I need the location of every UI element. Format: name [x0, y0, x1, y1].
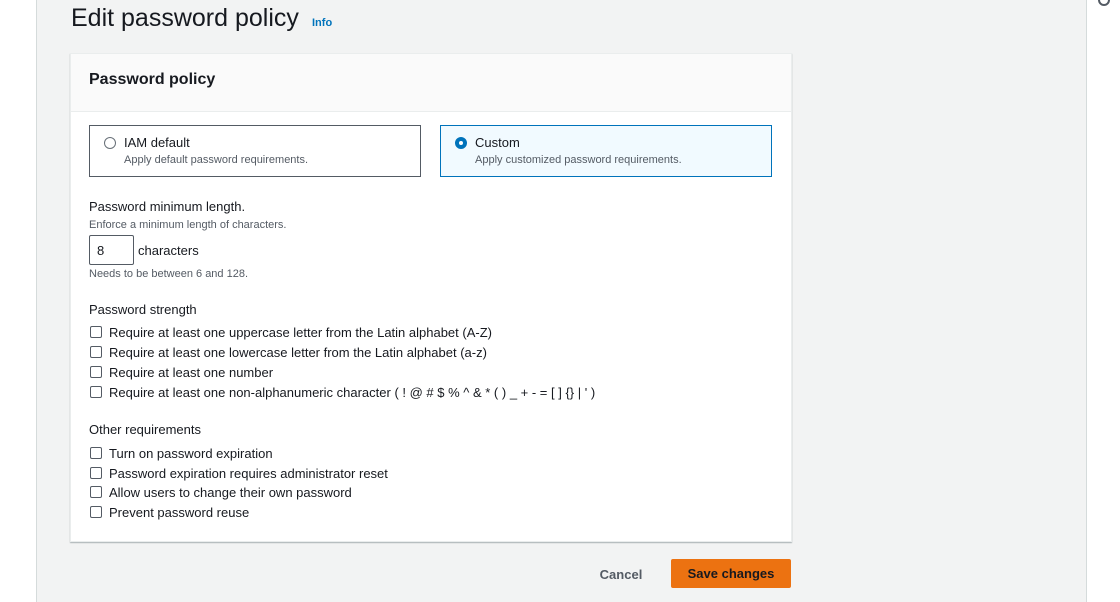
min-length-label: Password minimum length. [89, 199, 246, 214]
allow-change-checkbox[interactable] [90, 486, 102, 498]
iam-default-label: IAM default [124, 135, 190, 150]
prevent-reuse-checkbox[interactable] [90, 506, 102, 518]
cancel-button[interactable]: Cancel [588, 560, 654, 588]
admin-reset-label: Password expiration requires administrat… [109, 466, 388, 481]
password-policy-panel: Password policy IAM default Apply defaul… [70, 53, 792, 542]
number-option-label: Require at least one number [109, 365, 274, 380]
min-length-unit: characters [138, 243, 199, 258]
page-title: Edit password policy [71, 4, 299, 32]
min-length-hint: Needs to be between 6 and 128. [89, 268, 249, 280]
password-expiration-label: Turn on password expiration [109, 446, 273, 461]
lowercase-option-label: Require at least one lowercase letter fr… [109, 345, 487, 360]
non-alphanumeric-option-label: Require at least one non-alphanumeric ch… [109, 385, 596, 400]
panel-title: Password policy [89, 71, 216, 88]
number-checkbox[interactable] [90, 366, 102, 378]
help-icon[interactable] [1098, 0, 1110, 6]
iam-default-tile[interactable]: IAM default Apply default password requi… [89, 125, 421, 177]
uppercase-checkbox[interactable] [90, 326, 102, 338]
custom-tile[interactable]: Custom Apply customized password require… [440, 125, 772, 177]
password-strength-heading: Password strength [89, 302, 197, 317]
save-changes-button[interactable]: Save changes [671, 559, 791, 588]
other-requirements-heading: Other requirements [89, 422, 201, 437]
password-expiration-checkbox[interactable] [90, 447, 102, 459]
custom-label: Custom [475, 135, 520, 150]
non-alphanumeric-checkbox[interactable] [90, 386, 102, 398]
prevent-reuse-label: Prevent password reuse [109, 505, 250, 520]
info-link[interactable]: Info [312, 17, 332, 29]
uppercase-option-label: Require at least one uppercase letter fr… [109, 325, 492, 340]
admin-reset-checkbox[interactable] [90, 467, 102, 479]
min-length-input[interactable] [89, 235, 134, 265]
panel-header: Password policy [71, 54, 791, 112]
custom-description: Apply customized password requirements. [475, 154, 682, 166]
lowercase-checkbox[interactable] [90, 346, 102, 358]
custom-radio[interactable] [455, 137, 467, 149]
iam-default-description: Apply default password requirements. [124, 154, 309, 166]
allow-change-label: Allow users to change their own password [109, 485, 352, 500]
min-length-description: Enforce a minimum length of characters. [89, 219, 287, 231]
iam-default-radio[interactable] [104, 137, 116, 149]
